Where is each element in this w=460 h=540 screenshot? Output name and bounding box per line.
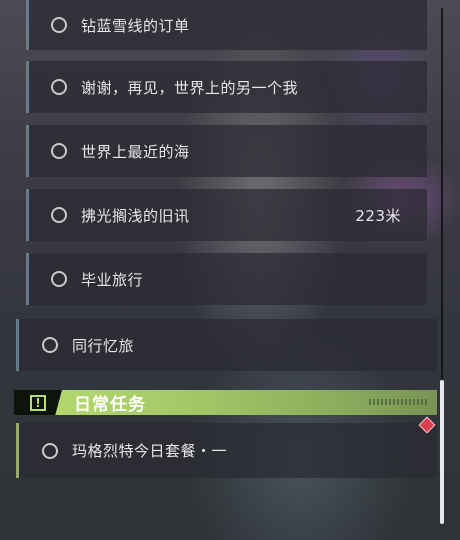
quest-label: 拂光搁浅的旧讯: [81, 206, 190, 225]
quest-status-ring-icon: [51, 79, 67, 95]
quest-label: 钻蓝雪线的订单: [81, 16, 190, 35]
quest-label: 谢谢，再见，世界上的另一个我: [81, 78, 299, 97]
quest-item[interactable]: 谢谢，再见，世界上的另一个我: [26, 61, 427, 113]
daily-quests-header[interactable]: ! 日常任务: [14, 390, 437, 415]
quest-label: 同行忆旅: [72, 336, 135, 355]
header-decoration: [369, 399, 429, 405]
quest-status-ring-icon: [51, 17, 67, 33]
section-title: 日常任务: [74, 395, 146, 415]
daily-quest-item[interactable]: 玛格烈特今日套餐・一: [16, 423, 437, 478]
exclamation-box-icon: !: [14, 390, 62, 415]
scrollbar-thumb[interactable]: [440, 380, 444, 524]
quest-item[interactable]: 毕业旅行: [26, 253, 427, 305]
quest-status-ring-icon: [51, 271, 67, 287]
quest-label: 毕业旅行: [81, 270, 144, 289]
quest-label: 玛格烈特今日套餐・一: [72, 442, 228, 460]
quest-label: 世界上最近的海: [81, 142, 190, 161]
quest-item[interactable]: 世界上最近的海: [26, 125, 427, 177]
quest-distance: 223米: [355, 206, 401, 225]
quest-status-ring-icon: [51, 143, 67, 159]
main-quest-item[interactable]: 同行忆旅: [16, 319, 437, 371]
quest-item[interactable]: 拂光搁浅的旧讯 223米: [26, 189, 427, 241]
quest-status-ring-icon: [42, 442, 58, 459]
quest-status-ring-icon: [42, 337, 58, 353]
quest-item[interactable]: 钻蓝雪线的订单: [26, 0, 427, 50]
quest-status-ring-icon: [51, 207, 67, 223]
